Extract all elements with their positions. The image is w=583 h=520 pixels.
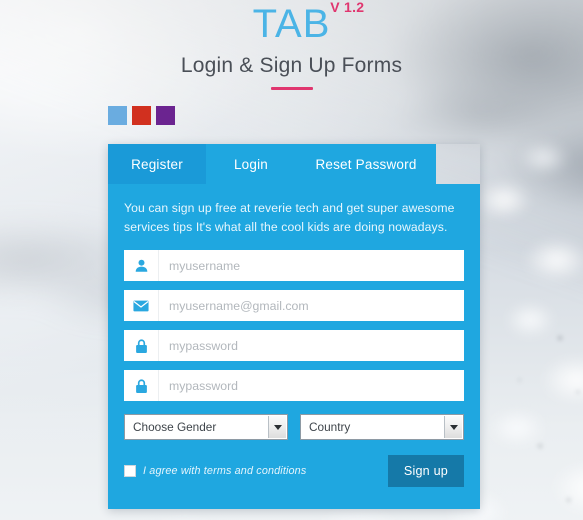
tab-reset-password-label: Reset Password <box>315 156 417 172</box>
page-subtitle: Login & Sign Up Forms <box>180 54 403 77</box>
terms-checkbox[interactable] <box>124 465 136 478</box>
title-accent-bar <box>270 87 313 90</box>
lock-icon <box>124 370 159 402</box>
tab-register-label: Register <box>131 156 183 172</box>
tab-register[interactable]: Register <box>108 144 206 184</box>
auth-card: Register Login Reset Password You can si… <box>108 144 480 510</box>
tab-bar: Register Login Reset Password <box>108 144 436 184</box>
gender-select[interactable]: Choose Gender <box>125 415 287 440</box>
country-select[interactable]: Country <box>301 415 463 440</box>
email-field-row <box>124 290 464 322</box>
lock-icon <box>124 330 159 362</box>
theme-swatches <box>108 106 175 125</box>
form-footer: I agree with terms and conditions Sign u… <box>124 455 464 488</box>
signup-button[interactable]: Sign up <box>387 455 464 488</box>
register-form-panel: You can sign up free at reverie tech and… <box>108 184 480 510</box>
brand-title-text: TAB <box>252 2 331 46</box>
page-header: TAB V 1.2 Login & Sign Up Forms <box>0 0 583 90</box>
username-input[interactable] <box>159 250 464 282</box>
confirm-password-input[interactable] <box>159 370 464 402</box>
envelope-icon <box>124 290 159 322</box>
swatch-purple[interactable] <box>156 106 175 125</box>
swatch-red[interactable] <box>132 106 151 125</box>
form-description: You can sign up free at reverie tech and… <box>124 201 455 234</box>
user-icon <box>124 250 159 282</box>
username-field-row <box>124 250 464 282</box>
tab-login[interactable]: Login <box>206 144 296 184</box>
password-input[interactable] <box>159 330 464 362</box>
gender-select-wrapper: Choose Gender <box>124 414 288 441</box>
tab-reset-password[interactable]: Reset Password <box>296 144 436 184</box>
email-input[interactable] <box>159 290 464 322</box>
terms-label[interactable]: I agree with terms and conditions <box>143 465 306 477</box>
confirm-password-field-row <box>124 370 464 402</box>
brand-title: TAB V 1.2 <box>252 0 365 46</box>
swatch-blue[interactable] <box>108 106 127 125</box>
brand-version-badge: V 1.2 <box>330 0 365 15</box>
password-field-row <box>124 330 464 362</box>
tab-login-label: Login <box>233 156 269 172</box>
country-select-wrapper: Country <box>300 414 464 441</box>
terms-group: I agree with terms and conditions <box>124 465 306 478</box>
selects-row: Choose Gender Country <box>124 414 464 441</box>
